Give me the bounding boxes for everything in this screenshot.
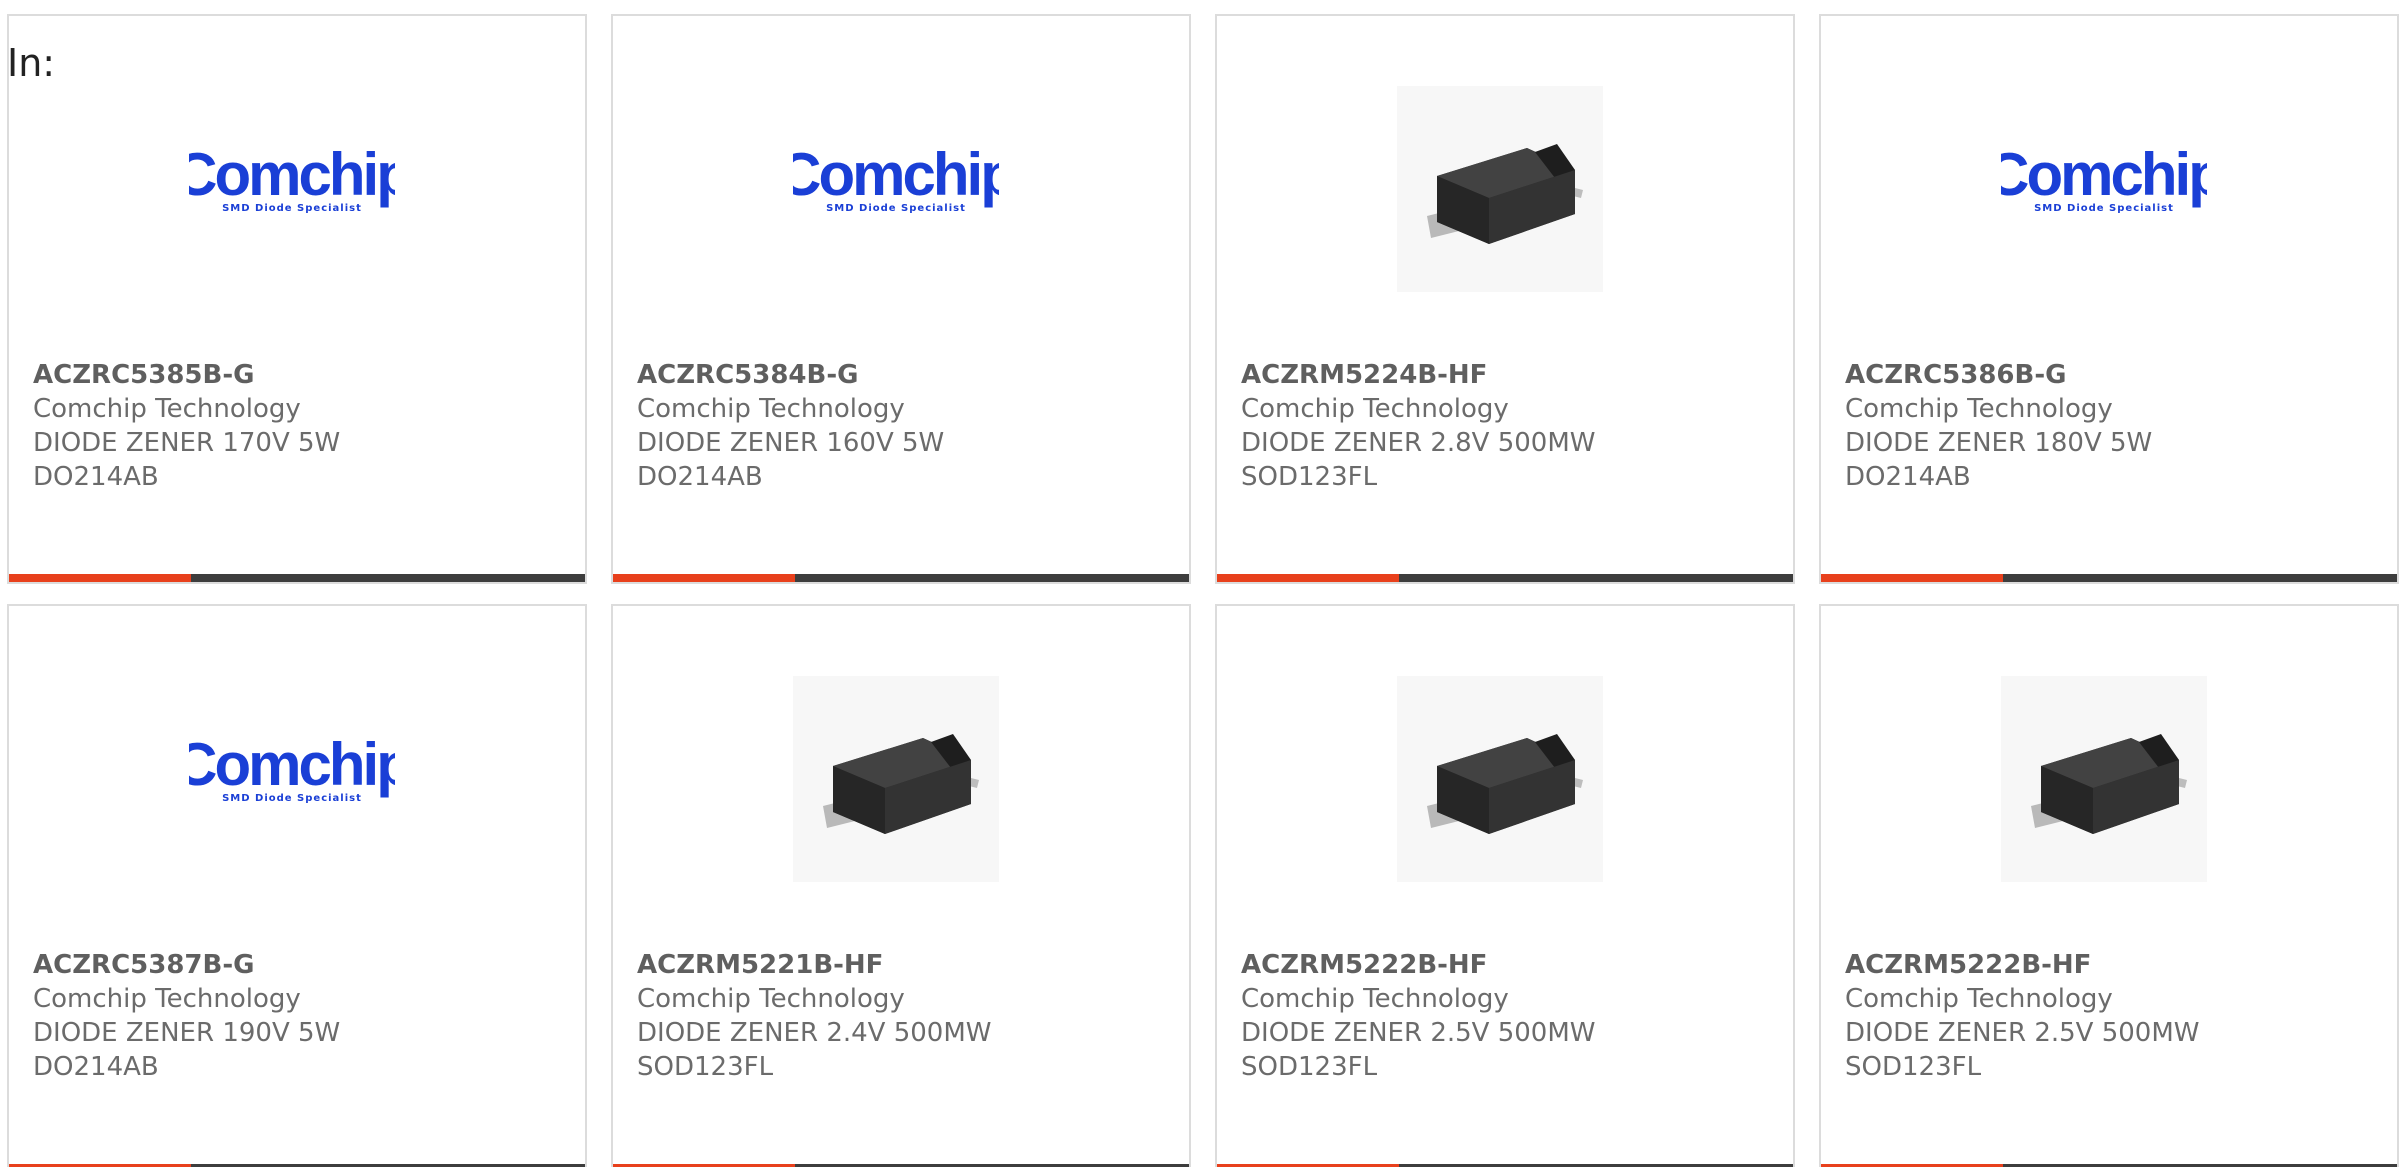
- card-bottom-bar: [1217, 574, 1793, 582]
- description: DIODE ZENER 2.5V 500MW: [1845, 1018, 2200, 1048]
- product-image: ComchipSMD Diode Specialist: [2001, 86, 2207, 292]
- card-accent-bar: [9, 574, 191, 582]
- card-accent-bar: [1217, 574, 1399, 582]
- package: SOD123FL: [1241, 462, 1378, 492]
- product-image: ComchipSMD Diode Specialist: [189, 86, 395, 292]
- product-card[interactable]: ACZRM5222B-HF Comchip Technology DIODE Z…: [1215, 604, 1795, 1167]
- package: DO214AB: [1845, 462, 1971, 492]
- product-card[interactable]: ComchipSMD Diode Specialist ACZRC5384B-G…: [611, 14, 1191, 584]
- package: DO214AB: [33, 462, 159, 492]
- comchip-logo: ComchipSMD Diode Specialist: [189, 731, 395, 804]
- product-image: ComchipSMD Diode Specialist: [189, 676, 395, 882]
- diode-package-icon: [793, 676, 999, 882]
- diode-package-icon: [2001, 676, 2207, 882]
- package: SOD123FL: [637, 1052, 774, 1082]
- svg-text:SMD Diode Specialist: SMD Diode Specialist: [222, 793, 362, 804]
- description: DIODE ZENER 160V 5W: [637, 428, 945, 458]
- product-image: [1397, 86, 1603, 292]
- description: DIODE ZENER 2.8V 500MW: [1241, 428, 1596, 458]
- comchip-logo: ComchipSMD Diode Specialist: [2001, 141, 2207, 214]
- manufacturer: Comchip Technology: [33, 984, 301, 1014]
- product-info: ACZRM5222B-HF Comchip Technology DIODE Z…: [1241, 948, 1783, 1084]
- svg-text:SMD Diode Specialist: SMD Diode Specialist: [826, 203, 966, 214]
- part-number[interactable]: ACZRC5384B-G: [637, 358, 1179, 392]
- product-info: ACZRM5222B-HF Comchip Technology DIODE Z…: [1845, 948, 2387, 1084]
- manufacturer: Comchip Technology: [637, 984, 905, 1014]
- part-number[interactable]: ACZRM5222B-HF: [1241, 948, 1783, 982]
- part-number[interactable]: ACZRC5386B-G: [1845, 358, 2387, 392]
- product-info: ACZRC5385B-G Comchip Technology DIODE ZE…: [33, 358, 575, 494]
- part-number[interactable]: ACZRM5222B-HF: [1845, 948, 2387, 982]
- part-number[interactable]: ACZRM5224B-HF: [1241, 358, 1783, 392]
- description: DIODE ZENER 180V 5W: [1845, 428, 2153, 458]
- product-info: ACZRC5386B-G Comchip Technology DIODE ZE…: [1845, 358, 2387, 494]
- product-image: [2001, 676, 2207, 882]
- package: DO214AB: [33, 1052, 159, 1082]
- svg-text:Comchip: Comchip: [793, 141, 999, 208]
- part-number[interactable]: ACZRC5385B-G: [33, 358, 575, 392]
- product-image: [793, 676, 999, 882]
- package: SOD123FL: [1845, 1052, 1982, 1082]
- comchip-logo: ComchipSMD Diode Specialist: [189, 141, 395, 214]
- svg-text:Comchip: Comchip: [189, 141, 395, 208]
- package: SOD123FL: [1241, 1052, 1378, 1082]
- description: DIODE ZENER 2.4V 500MW: [637, 1018, 992, 1048]
- description: DIODE ZENER 2.5V 500MW: [1241, 1018, 1596, 1048]
- in-filter-label: In:: [7, 41, 56, 85]
- product-card[interactable]: ComchipSMD Diode Specialist ACZRC5386B-G…: [1819, 14, 2399, 584]
- product-card[interactable]: ACZRM5222B-HF Comchip Technology DIODE Z…: [1819, 604, 2399, 1167]
- card-accent-bar: [1821, 574, 2003, 582]
- card-bottom-bar: [613, 574, 1189, 582]
- svg-text:Comchip: Comchip: [2001, 141, 2207, 208]
- description: DIODE ZENER 190V 5W: [33, 1018, 341, 1048]
- product-image: [1397, 676, 1603, 882]
- product-card[interactable]: ComchipSMD Diode Specialist ACZRC5385B-G…: [7, 14, 587, 584]
- product-info: ACZRM5224B-HF Comchip Technology DIODE Z…: [1241, 358, 1783, 494]
- product-card[interactable]: ComchipSMD Diode Specialist ACZRC5387B-G…: [7, 604, 587, 1167]
- product-card[interactable]: ACZRM5221B-HF Comchip Technology DIODE Z…: [611, 604, 1191, 1167]
- manufacturer: Comchip Technology: [1845, 394, 2113, 424]
- card-bottom-bar: [9, 574, 585, 582]
- svg-text:SMD Diode Specialist: SMD Diode Specialist: [222, 203, 362, 214]
- card-bottom-bar: [1821, 574, 2397, 582]
- package: DO214AB: [637, 462, 763, 492]
- diode-package-icon: [1397, 86, 1603, 292]
- product-image: ComchipSMD Diode Specialist: [793, 86, 999, 292]
- product-card[interactable]: ACZRM5224B-HF Comchip Technology DIODE Z…: [1215, 14, 1795, 584]
- description: DIODE ZENER 170V 5W: [33, 428, 341, 458]
- product-info: ACZRM5221B-HF Comchip Technology DIODE Z…: [637, 948, 1179, 1084]
- card-accent-bar: [613, 574, 795, 582]
- manufacturer: Comchip Technology: [637, 394, 905, 424]
- manufacturer: Comchip Technology: [1241, 394, 1509, 424]
- manufacturer: Comchip Technology: [1845, 984, 2113, 1014]
- comchip-logo: ComchipSMD Diode Specialist: [793, 141, 999, 214]
- product-grid: ComchipSMD Diode Specialist ACZRC5385B-G…: [7, 14, 2400, 1167]
- product-info: ACZRC5384B-G Comchip Technology DIODE ZE…: [637, 358, 1179, 494]
- manufacturer: Comchip Technology: [33, 394, 301, 424]
- part-number[interactable]: ACZRC5387B-G: [33, 948, 575, 982]
- part-number[interactable]: ACZRM5221B-HF: [637, 948, 1179, 982]
- diode-package-icon: [1397, 676, 1603, 882]
- manufacturer: Comchip Technology: [1241, 984, 1509, 1014]
- svg-text:SMD Diode Specialist: SMD Diode Specialist: [2034, 203, 2174, 214]
- product-info: ACZRC5387B-G Comchip Technology DIODE ZE…: [33, 948, 575, 1084]
- product-results-page: In: ComchipSMD Diode Specialist ACZRC538…: [0, 0, 2400, 1167]
- svg-text:Comchip: Comchip: [189, 731, 395, 798]
